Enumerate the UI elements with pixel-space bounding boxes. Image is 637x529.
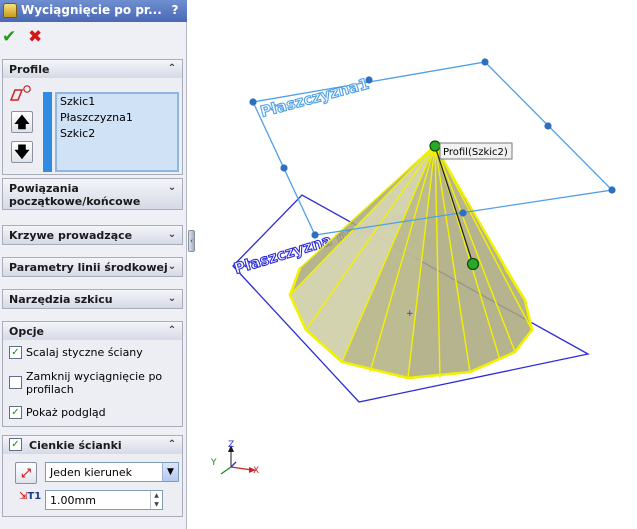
close-loft-checkbox[interactable] [9,376,22,389]
dropdown-arrow-icon[interactable]: ▼ [162,463,178,481]
triad-x-label: X [253,466,259,476]
close-loft-label[interactable]: Zamknij wyciągnięcie po profilach [26,370,176,396]
start-end-constraints-section[interactable]: Powiązania początkowe/końcowe ⌄ [2,178,183,210]
collapse-chevron-icon[interactable]: ⌃ [166,439,178,451]
centerline-parameters-title: Parametry linii środkowej [9,261,168,274]
move-down-button[interactable]: 🡇 [11,141,33,163]
centerline-parameters-section[interactable]: Parametry linii środkowej ⌄ [2,257,183,277]
options-section-title: Opcje [9,325,44,338]
svg-text:+: + [406,309,414,319]
profile-callout-text: Profil(Szkic2) [443,147,508,158]
collapse-chevron-icon[interactable]: ⌃ [166,63,178,75]
panel-title: Wyciągnięcie po pr... [21,3,162,17]
thickness-input[interactable]: 1.00mm ▲ ▼ [45,490,163,510]
merge-tangent-faces-checkbox[interactable]: ✓ [9,346,22,359]
thin-feature-body: ⤢ Jeden kierunek ▼ ⇲T1 1.00mm ▲ ▼ [3,454,182,516]
merge-tangent-faces-label[interactable]: Scalaj styczne ściany [26,346,143,359]
reference-triad: Z X Y [210,440,259,476]
profile-section-title: Profile [9,63,50,76]
thin-feature-title: Cienkie ścianki [29,439,122,452]
triad-z-label: Z [228,440,234,450]
profile-section-header[interactable]: Profile ⌃ [3,60,182,78]
collapse-chevron-icon[interactable]: ⌃ [166,325,178,337]
profile-list[interactable]: Szkic1 Płaszczyzna1 Szkic2 [55,92,179,172]
expand-chevron-icon[interactable]: ⌄ [166,182,178,194]
options-section: Opcje ⌃ ✓ Scalaj styczne ściany Zamknij … [2,321,183,427]
thin-feature-section: ✓ Cienkie ścianki ⌃ ⤢ Jeden kierunek ▼ ⇲… [2,435,183,517]
start-end-constraints-header[interactable]: Powiązania początkowe/końcowe ⌄ [3,179,182,209]
expand-chevron-icon[interactable]: ⌄ [166,229,178,241]
reverse-direction-icon: ⤢ [21,466,31,480]
spinner-arrows-icon[interactable]: ▲ ▼ [150,491,162,509]
thin-feature-checkbox[interactable]: ✓ [9,438,22,451]
loft-preview-body[interactable]: + [288,144,534,380]
show-preview-label[interactable]: Pokaż podgląd [26,406,106,419]
thickness-icon: ⇲T1 [19,491,42,502]
thickness-symbol-label: T1 [27,491,42,502]
connector-point-icon[interactable] [429,140,441,152]
show-preview-checkbox[interactable]: ✓ [9,406,22,419]
loft-feature-icon [3,3,17,18]
selection-color-bar [43,92,52,172]
thickness-value: 1.00mm [50,494,96,507]
arrow-down-icon: 🡇 [14,143,30,161]
thin-type-dropdown[interactable]: Jeden kierunek ▼ [45,462,179,482]
connector-point-icon[interactable] [466,257,480,271]
start-end-constraints-title: Powiązania początkowe/końcowe [9,182,141,208]
guide-curves-header[interactable]: Krzywe prowadzące ⌄ [3,226,182,244]
guide-curves-section[interactable]: Krzywe prowadzące ⌄ [2,225,183,245]
sketch-tools-section[interactable]: Narzędzia szkicu ⌄ [2,289,183,309]
cancel-button[interactable]: ✖ [28,27,42,47]
property-manager-panel: Wyciągnięcie po pr... ? ✔ ✖ Profile ⌃ 🡅 … [0,0,187,529]
options-section-header[interactable]: Opcje ⌃ [3,322,182,340]
ok-button[interactable]: ✔ [2,27,16,47]
expand-chevron-icon[interactable]: ⌄ [166,261,178,273]
title-bar: Wyciągnięcie po pr... ? [0,0,187,22]
thin-feature-header[interactable]: ✓ Cienkie ścianki ⌃ [3,436,182,454]
expand-chevron-icon[interactable]: ⌄ [166,293,178,305]
triad-y-label: Y [210,458,217,468]
profile-callout[interactable]: Profil(Szkic2) [439,142,513,160]
list-item[interactable]: Płaszczyzna1 [57,110,177,126]
arrow-up-icon: 🡅 [14,113,30,131]
reverse-direction-button[interactable]: ⤢ [15,462,37,484]
sketch-tools-title: Narzędzia szkicu [9,293,113,306]
list-item[interactable]: Szkic2 [57,126,177,142]
list-item[interactable]: Szkic1 [57,94,177,110]
options-section-body: ✓ Scalaj styczne ściany Zamknij wyciągni… [3,340,182,426]
help-button[interactable]: ? [167,2,183,19]
move-up-button[interactable]: 🡅 [11,111,33,133]
guide-curves-title: Krzywe prowadzące [9,229,133,242]
profile-section-body: 🡅 🡇 Szkic1 Płaszczyzna1 Szkic2 [3,78,182,174]
graphics-viewport[interactable]: Płaszczyzna przednia + Płaszczyzna1 Prof… [190,0,637,529]
sketch-tools-header[interactable]: Narzędzia szkicu ⌄ [3,290,182,308]
profile-section: Profile ⌃ 🡅 🡇 Szkic1 Płaszczyzna1 Szkic2 [2,59,183,175]
sketch-profile-icon [9,85,31,101]
thin-type-value: Jeden kierunek [50,466,133,479]
centerline-parameters-header[interactable]: Parametry linii środkowej ⌄ [3,258,182,276]
